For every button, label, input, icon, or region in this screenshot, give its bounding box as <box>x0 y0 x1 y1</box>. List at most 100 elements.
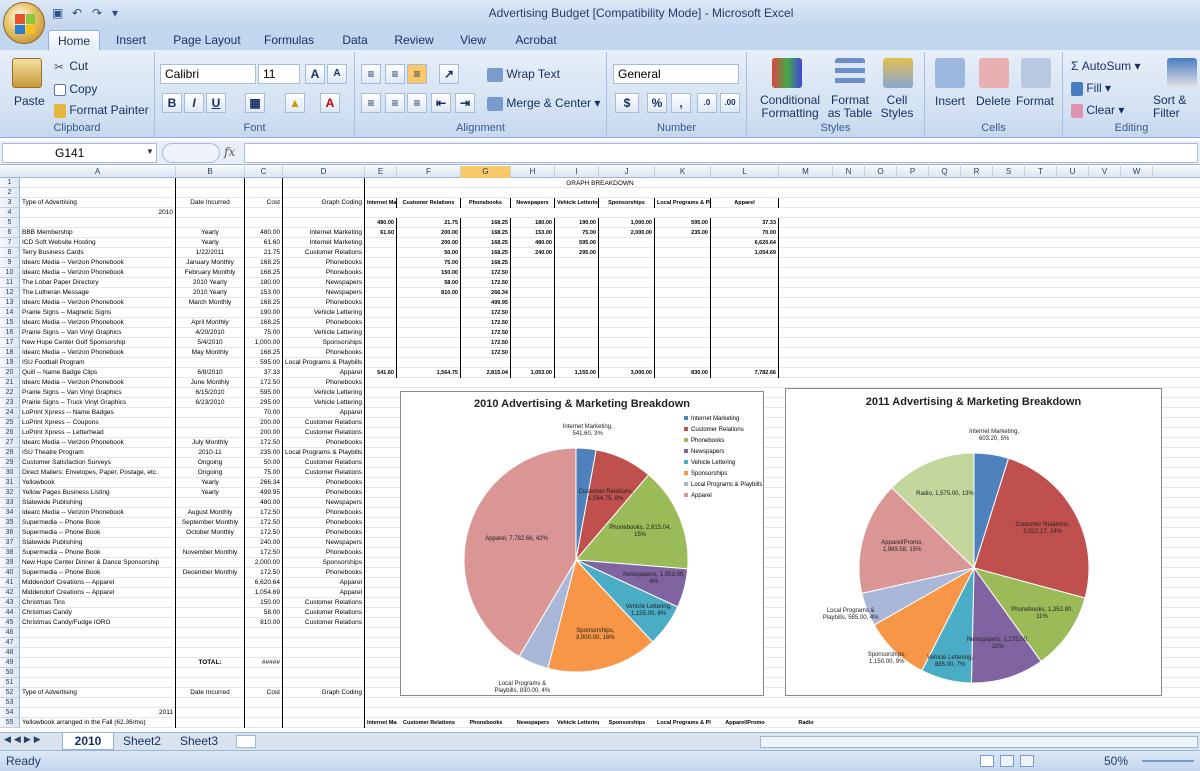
breakdown-cell[interactable] <box>655 308 711 318</box>
cell[interactable]: Type of Advertising <box>20 198 176 208</box>
breakdown-cell[interactable]: 168.25 <box>461 228 511 238</box>
cell[interactable]: ISU Football Program <box>20 358 176 368</box>
cell[interactable] <box>176 648 245 658</box>
cell[interactable]: Phonebooks <box>283 568 365 578</box>
column-header[interactable]: M <box>779 166 833 178</box>
sort-filter-button[interactable]: Sort & Filter <box>1153 94 1199 120</box>
cell[interactable]: Quill -- Name Badge Clips <box>20 368 176 378</box>
breakdown-cell[interactable] <box>599 278 655 288</box>
breakdown-cell[interactable] <box>555 318 599 328</box>
breakdown-cell[interactable] <box>599 268 655 278</box>
breakdown-cell[interactable]: 1,000.00 <box>599 218 655 228</box>
cell[interactable]: 2010 <box>20 208 176 218</box>
align-right-button[interactable]: ≡ <box>407 93 427 113</box>
breakdown-cell[interactable] <box>511 308 555 318</box>
format-cells-button[interactable]: Format <box>1016 94 1054 108</box>
name-box[interactable]: G141 <box>2 143 157 163</box>
breakdown-header[interactable]: Newspapers <box>511 198 555 208</box>
row-header[interactable]: 39 <box>0 558 20 568</box>
column-header[interactable]: L <box>711 166 779 178</box>
breakdown-cell[interactable]: 50.00 <box>397 248 461 258</box>
breakdown-header[interactable]: Sponsorships <box>599 718 655 728</box>
breakdown-cell[interactable] <box>711 308 779 318</box>
breakdown-cell[interactable]: 480.00 <box>365 218 397 228</box>
increase-indent-button[interactable]: ⇥ <box>455 93 475 113</box>
cell[interactable]: Phonebooks <box>283 438 365 448</box>
cell[interactable] <box>20 188 176 198</box>
breakdown-cell[interactable] <box>555 258 599 268</box>
row-header[interactable]: 40 <box>0 568 20 578</box>
breakdown-cell[interactable]: 21.75 <box>397 218 461 228</box>
breakdown-cell[interactable]: 172.50 <box>461 328 511 338</box>
breakdown-cell[interactable] <box>655 358 711 368</box>
borders-button[interactable]: ▦ <box>245 93 265 113</box>
breakdown-cell[interactable] <box>511 268 555 278</box>
breakdown-cell[interactable] <box>711 268 779 278</box>
font-size-select[interactable]: 11 <box>258 64 300 84</box>
cell[interactable]: LoPrint Xpress -- Name Badges <box>20 408 176 418</box>
row-header[interactable]: 23 <box>0 398 20 408</box>
cell[interactable]: September Monthly <box>176 518 245 528</box>
cell[interactable]: Phonebooks <box>283 548 365 558</box>
cell[interactable] <box>176 718 245 728</box>
breakdown-cell[interactable] <box>555 348 599 358</box>
row-header[interactable]: 26 <box>0 428 20 438</box>
breakdown-cell[interactable] <box>511 348 555 358</box>
row-header[interactable]: 47 <box>0 638 20 648</box>
cell[interactable] <box>176 698 245 708</box>
row-header[interactable]: 48 <box>0 648 20 658</box>
row-header[interactable]: 18 <box>0 348 20 358</box>
cell[interactable]: Date Incurred <box>176 198 245 208</box>
cell[interactable]: 480.00 <box>245 498 283 508</box>
cell[interactable]: 190.00 <box>245 308 283 318</box>
cell[interactable]: February Monthly <box>176 268 245 278</box>
bold-button[interactable]: B <box>162 93 182 113</box>
column-header[interactable]: E <box>365 166 397 178</box>
cell[interactable] <box>245 678 283 688</box>
cell[interactable] <box>283 218 365 228</box>
breakdown-cell[interactable] <box>511 288 555 298</box>
cell[interactable]: 2,000.00 <box>245 558 283 568</box>
cell[interactable] <box>176 598 245 608</box>
breakdown-cell[interactable]: 810.00 <box>397 288 461 298</box>
number-format-select[interactable]: General <box>613 64 739 84</box>
cell[interactable] <box>176 358 245 368</box>
cell[interactable]: Supermedia -- Phone Book <box>20 548 176 558</box>
breakdown-cell[interactable]: 1,054.69 <box>711 248 779 258</box>
cell[interactable]: Internet Marketing <box>283 228 365 238</box>
cell[interactable]: ICD Soft Website Hosting <box>20 238 176 248</box>
tab-acrobat[interactable]: Acrobat <box>508 30 564 50</box>
breakdown-cell[interactable] <box>655 348 711 358</box>
cell[interactable]: Vehicle Lettering <box>283 388 365 398</box>
breakdown-cell[interactable] <box>555 338 599 348</box>
cell[interactable]: 150.00 <box>245 598 283 608</box>
breakdown-cell[interactable]: 1,155.00 <box>555 368 599 378</box>
cell[interactable] <box>176 498 245 508</box>
row-header[interactable]: 7 <box>0 238 20 248</box>
breakdown-cell[interactable] <box>365 328 397 338</box>
cell[interactable]: Local Programs & Playbills <box>283 358 365 368</box>
breakdown-cell[interactable] <box>365 338 397 348</box>
breakdown-cell[interactable] <box>365 308 397 318</box>
breakdown-cell[interactable] <box>511 278 555 288</box>
cell[interactable]: Apparel <box>283 368 365 378</box>
cell[interactable] <box>245 648 283 658</box>
cell[interactable]: 168.25 <box>245 298 283 308</box>
cell[interactable]: Idearc Media -- Verizon Phonebook <box>20 438 176 448</box>
breakdown-cell[interactable] <box>599 238 655 248</box>
insert-sheet-icon[interactable] <box>236 735 256 748</box>
cell[interactable] <box>245 718 283 728</box>
breakdown-cell[interactable] <box>599 328 655 338</box>
breakdown-cell[interactable] <box>655 238 711 248</box>
conditional-formatting-button[interactable]: Conditional Formatting <box>755 94 825 120</box>
cell[interactable]: Customer Relations <box>283 458 365 468</box>
cell[interactable]: Sponsorships <box>283 558 365 568</box>
cell[interactable]: BBB Membership <box>20 228 176 238</box>
breakdown-cell[interactable] <box>397 348 461 358</box>
breakdown-cell[interactable]: 7,782.66 <box>711 368 779 378</box>
cell[interactable]: 172.50 <box>245 438 283 448</box>
cell[interactable]: Phonebooks <box>283 528 365 538</box>
breakdown-cell[interactable]: 295.00 <box>555 248 599 258</box>
breakdown-header[interactable]: Customer Relations <box>397 718 461 728</box>
cell[interactable] <box>283 678 365 688</box>
